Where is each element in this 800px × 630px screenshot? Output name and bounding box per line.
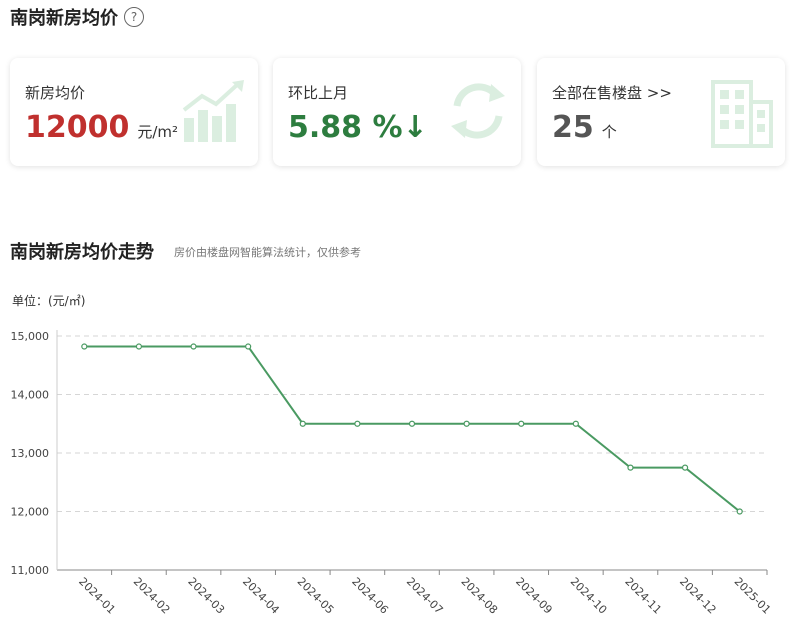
y-unit-label: 单位：(元/㎡) [12,293,85,308]
x-tick-label: 2024-12 [677,575,719,617]
y-tick-label: 15,000 [11,330,50,343]
data-point [299,420,306,427]
x-tick-label: 2024-01 [76,575,118,617]
project-count-unit: 个 [601,123,617,141]
x-tick-label: 2024-06 [349,575,391,617]
avg-price-label: 新房均价 [25,84,86,102]
x-tick-label: 2024-09 [513,575,555,617]
x-tick-label: 2024-04 [240,575,282,617]
refresh-arrows-icon [451,83,505,139]
avg-price-number: 12000 [25,110,130,145]
x-tick-label: 2024-02 [131,575,173,617]
data-point [627,464,634,471]
mom-change-label: 环比上月 [288,84,349,102]
avg-price-unit: 元/m² [137,123,179,141]
all-projects-link[interactable]: 全部在售楼盘 >> [552,82,672,103]
data-point [354,420,361,427]
data-point [572,420,579,427]
x-tick-label: 2025-01 [732,575,774,617]
data-point [736,508,743,515]
avg-price-value: 12000 元/m² [25,110,178,145]
page-title: 南岗新房均价 [10,8,118,29]
chart-labels: 单位：(元/㎡) 15,000 14,000 13,000 12,000 11,000 20… [11,293,774,617]
project-count-value: 25 个 [552,110,617,145]
data-point [135,343,143,350]
mom-change-card: 环比上月 5.88 %↓ [273,58,521,166]
chart-series [81,343,743,515]
data-point [463,420,470,427]
page-header: 南岗新房均价 ? [10,4,144,30]
avg-price-card: 新房均价 12000 元/m² [10,58,258,166]
x-tick-label: 2024-03 [185,575,227,617]
x-tick-label: 2024-10 [568,575,610,617]
data-point [190,343,197,350]
mom-change-value: 5.88 %↓ [288,110,428,145]
data-point [245,343,252,350]
x-tick-label: 2024-11 [622,575,664,617]
project-count-number: 25 [552,110,594,145]
help-icon[interactable]: ? [124,7,144,27]
trend-title: 南岗新房均价走势 [10,242,154,263]
all-projects-card[interactable]: 全部在售楼盘 >> 25 个 [537,58,785,166]
data-point [681,464,689,471]
data-point [408,420,416,427]
bar-chart-rising-icon [182,80,244,142]
y-tick-label: 12,000 [11,506,50,519]
y-tick-label: 14,000 [11,389,50,402]
x-tick-label: 2024-08 [458,575,500,617]
building-icon [711,80,773,148]
data-point [518,420,525,427]
data-point [81,343,88,350]
price-trend-chart: 单位：(元/㎡) 15,000 14,000 13,000 12,000 11,000 20… [11,293,774,617]
y-tick-label: 13,000 [11,447,50,460]
trend-subtitle: 房价由楼盘网智能算法统计，仅供参考 [174,246,361,259]
x-tick-label: 2024-07 [404,575,446,617]
y-tick-label: 11,000 [11,564,50,577]
x-tick-label: 2024-05 [295,575,337,617]
series-line [84,345,741,513]
